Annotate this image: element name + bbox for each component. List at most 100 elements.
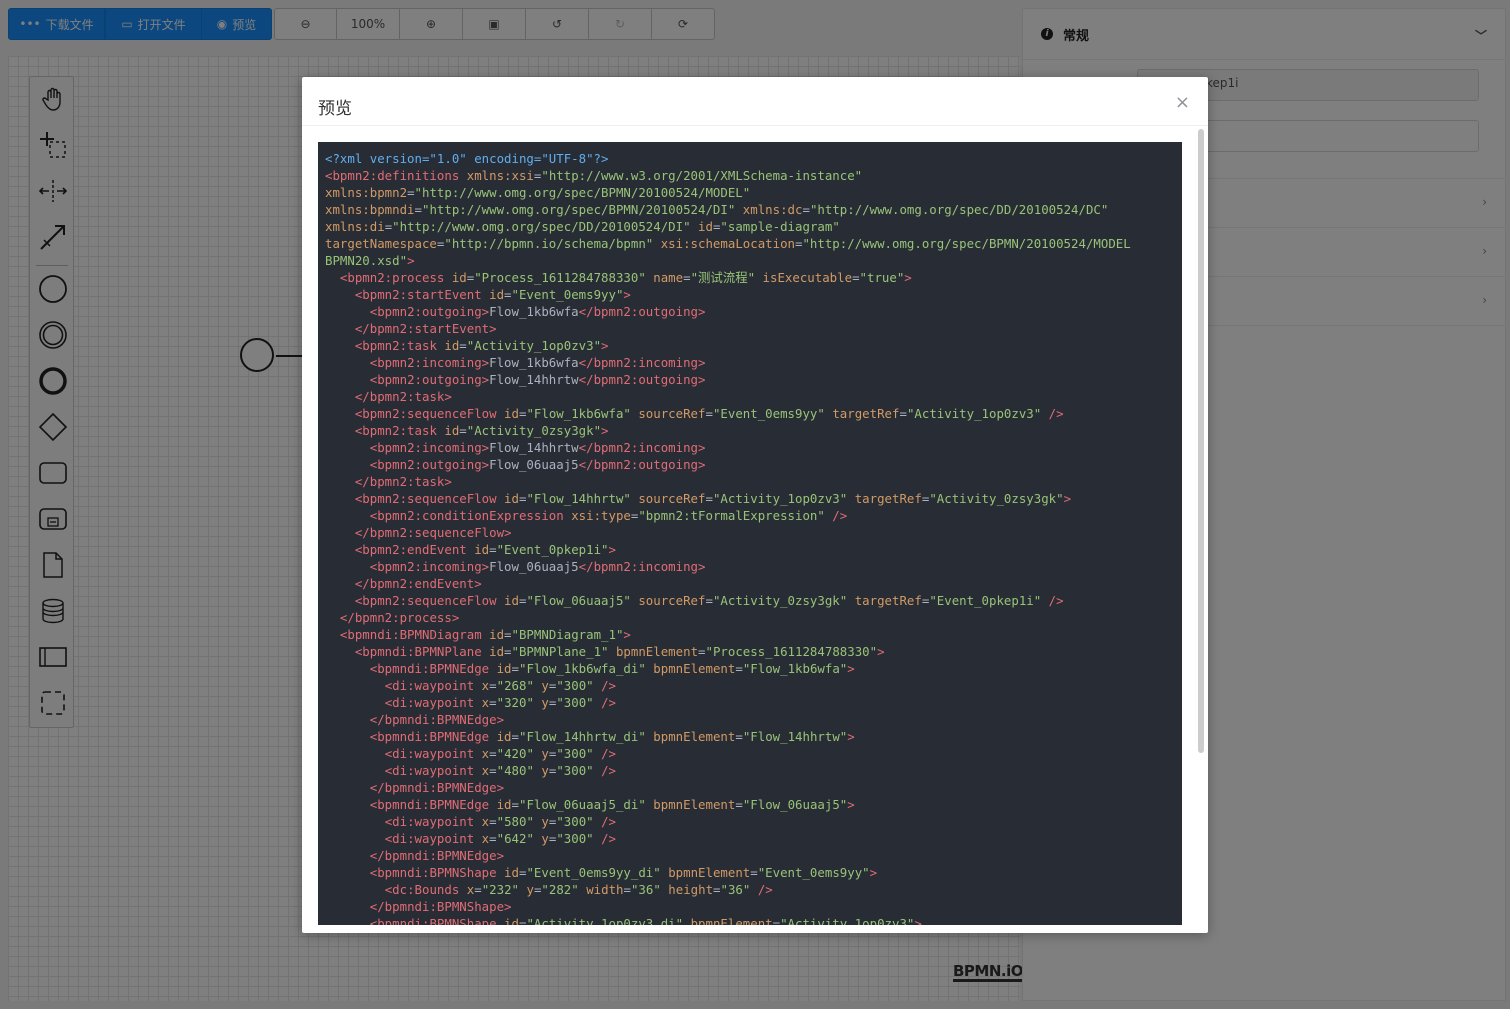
code-line: </bpmndi:BPMNEdge> <box>325 779 1175 796</box>
code-token: /> <box>750 882 773 897</box>
code-token: = <box>489 814 497 829</box>
code-token: <bpmn2:incoming> <box>369 440 490 455</box>
code-token: /> <box>593 763 617 778</box>
code-token: /> <box>593 746 617 761</box>
code-line: xmlns:bpmn2="http://www.omg.org/spec/BPM… <box>325 184 1175 201</box>
code-token: "Flow_1kb6wfa" <box>526 406 631 421</box>
code-token: > <box>601 423 609 438</box>
code-line: <bpmn2:definitions xmlns:xsi="http://www… <box>325 167 1175 184</box>
code-token: Flow_1kb6wfa <box>489 355 579 370</box>
code-line: <bpmn2:conditionExpression xsi:type="bpm… <box>325 507 1175 524</box>
code-token: "sample-diagram" <box>720 219 840 234</box>
code-token: id <box>451 270 467 285</box>
code-token: Flow_06uaaj5 <box>489 457 579 472</box>
code-token: <dc:Bounds <box>384 882 467 897</box>
code-line: xmlns:di="http://www.omg.org/spec/DD/201… <box>325 218 1175 235</box>
code-token: "Flow_14hhrtw" <box>526 491 631 506</box>
code-token: </bpmn2:endEvent> <box>354 576 482 591</box>
code-token: "36" <box>720 882 751 897</box>
code-token: <bpmndi:BPMNPlane <box>354 644 490 659</box>
code-token: "http://www.omg.org/spec/DD/20100524/DC" <box>809 202 1109 217</box>
code-token: "bpmn2:tFormalExpression" <box>638 508 825 523</box>
code-line: <bpmn2:incoming>Flow_1kb6wfa</bpmn2:inco… <box>325 354 1175 371</box>
code-token: "300" <box>556 763 594 778</box>
code-token: "268" <box>496 678 534 693</box>
code-token: </bpmn2:task> <box>354 474 452 489</box>
code-token: <bpmn2:startEvent <box>354 287 490 302</box>
code-token: targetRef <box>854 491 922 506</box>
code-token: = <box>504 627 512 642</box>
code-line: </bpmn2:task> <box>325 473 1175 490</box>
scrollbar[interactable] <box>1198 129 1204 753</box>
code-token: bpmnElement <box>668 865 751 880</box>
code-token: sourceRef <box>638 406 706 421</box>
code-line: <bpmn2:incoming>Flow_06uaaj5</bpmn2:inco… <box>325 558 1175 575</box>
code-token: = <box>705 593 713 608</box>
code-token: <bpmn2:endEvent <box>354 542 475 557</box>
code-token: <bpmndi:BPMNEdge <box>369 729 497 744</box>
code-token: id <box>504 865 519 880</box>
code-token: = <box>414 202 422 217</box>
code-token: > <box>877 644 885 659</box>
code-line: <bpmn2:task id="Activity_1op0zv3"> <box>325 337 1175 354</box>
code-token: > <box>847 661 855 676</box>
code-token: "Flow_1kb6wfa_di" <box>518 661 646 676</box>
xml-code: <?xml version="1.0" encoding="UTF-8"?> <b… <box>318 142 1182 925</box>
code-token: "642" <box>496 831 534 846</box>
dialog-divider <box>302 125 1208 126</box>
code-token: = <box>474 882 482 897</box>
code-token: "300" <box>556 746 594 761</box>
code-token: "http://bpmn.io/schema/bpmn" <box>444 236 654 251</box>
close-icon[interactable]: × <box>1175 94 1190 112</box>
code-token: bpmnElement <box>653 661 736 676</box>
code-token: </bpmn2:incoming> <box>578 559 706 574</box>
code-token: "http://www.omg.org/spec/BPMN/20100524/D… <box>422 202 736 217</box>
code-token: = <box>489 678 497 693</box>
code-token: Flow_06uaaj5 <box>489 559 579 574</box>
code-token: = <box>698 644 706 659</box>
xml-code-view[interactable]: <?xml version="1.0" encoding="UTF-8"?> <b… <box>318 142 1182 925</box>
code-token: "Activity_1op0zv3_di" <box>526 916 684 925</box>
code-token: y <box>541 746 549 761</box>
code-token: <bpmndi:BPMNShape <box>369 865 505 880</box>
code-token: "300" <box>556 695 594 710</box>
preview-dialog: 预览 × <?xml version="1.0" encoding="UTF-8… <box>302 77 1208 933</box>
code-token: <bpmn2:task <box>354 423 445 438</box>
code-token: </bpmn2:incoming> <box>578 440 706 455</box>
code-line: <bpmndi:BPMNShape id = "Activity_1op0zv3_d… <box>325 915 1175 925</box>
code-token: <di:waypoint <box>384 746 482 761</box>
code-line: <bpmn2:startEvent id="Event_0ems9yy"> <box>325 286 1175 303</box>
code-token: = <box>511 661 519 676</box>
code-token: > <box>847 729 855 744</box>
code-token: = <box>489 695 497 710</box>
code-token: <bpmn2:process <box>339 270 452 285</box>
code-line: <bpmn2:process id = "Process_1611284788330… <box>325 269 1175 286</box>
code-token: = <box>772 916 781 925</box>
code-token: id <box>444 423 460 438</box>
code-line: <di:waypoint x="642" y="300" /> <box>325 830 1175 847</box>
code-line: <di:waypoint x="480" y="300" /> <box>325 762 1175 779</box>
code-token: /> <box>593 678 617 693</box>
code-line: <?xml version="1.0" encoding="UTF-8"?> <box>325 150 1175 167</box>
code-token: Flow_14hhrtw <box>489 440 579 455</box>
code-token: <bpmn2:incoming> <box>369 355 490 370</box>
code-token: "Event_0pkep1i" <box>929 593 1042 608</box>
code-token: = <box>489 763 497 778</box>
code-line: <di:waypoint x="420" y="300" /> <box>325 745 1175 762</box>
code-line: <bpmn2:sequenceFlow id = "Flow_1kb6wfa" so… <box>325 405 1175 422</box>
code-token: = <box>459 338 467 353</box>
code-token: <bpmn2:sequenceFlow <box>354 593 505 608</box>
code-token: "580" <box>496 814 534 829</box>
code-token: id <box>444 338 460 353</box>
